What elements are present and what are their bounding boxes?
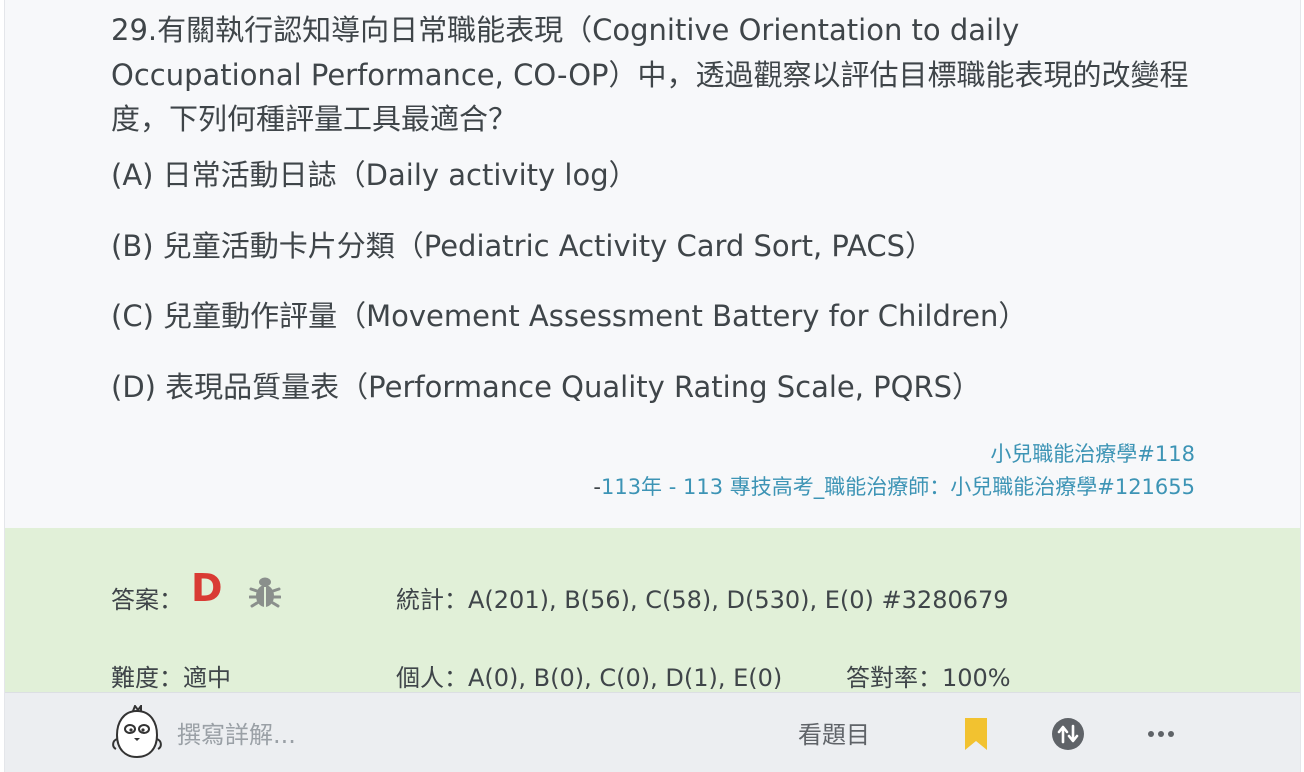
answer-label: 答案： (111, 586, 183, 614)
answer-panel: 答案： D 統計：A(201), B(56), C(58), D(530), E… (5, 528, 1300, 692)
option-a[interactable]: (A) 日常活動日誌（Daily activity log） (111, 155, 638, 195)
option-c[interactable]: (C) 兒童動作評量（Movement Assessment Battery f… (111, 296, 1027, 336)
personal-stats: 個人：A(0), B(0), C(0), D(1), E(0) (396, 664, 783, 692)
bottom-action-bar: 撰寫詳解... 看題目 (5, 692, 1300, 772)
option-b[interactable]: (B) 兒童活動卡片分類（Pediatric Activity Card Sor… (111, 226, 934, 266)
bookmark-icon[interactable] (963, 717, 989, 751)
answer-stats: 統計：A(201), B(56), C(58), D(530), E(0) #3… (396, 586, 1009, 614)
answer-value: D (191, 566, 223, 610)
more-icon[interactable] (1145, 721, 1177, 747)
difficulty: 難度：適中 (111, 664, 231, 692)
write-explanation-input[interactable]: 撰寫詳解... (177, 715, 296, 750)
view-question-button[interactable]: 看題目 (798, 715, 870, 750)
bug-icon[interactable] (249, 576, 281, 610)
option-d[interactable]: (D) 表現品質量表（Performance Quality Rating Sc… (111, 367, 981, 407)
accuracy-rate: 答對率：100% (846, 664, 1011, 692)
question-card: 29.有關執行認知導向日常職能表現（Cognitive Orientation … (4, 0, 1301, 772)
mascot-avatar (112, 705, 162, 759)
category-link[interactable]: 小兒職能治療學#118 (990, 438, 1195, 468)
source-dash: - (593, 475, 601, 499)
exam-link[interactable]: 113年 - 113 專技高考_職能治療師：小兒職能治療學#121655 (601, 475, 1195, 499)
swap-icon[interactable] (1051, 717, 1085, 751)
question-text: 29.有關執行認知導向日常職能表現（Cognitive Orientation … (111, 13, 1189, 136)
exam-source: -113年 - 113 專技高考_職能治療師：小兒職能治療學#121655 (593, 471, 1195, 501)
